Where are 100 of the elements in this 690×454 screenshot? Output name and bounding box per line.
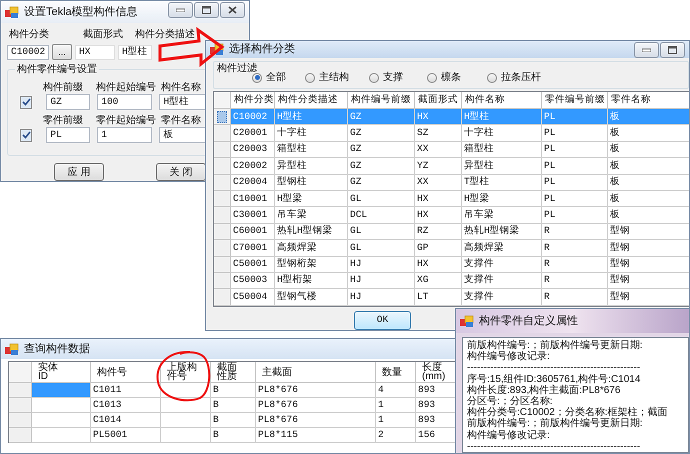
text-line: 构件长度:893,构件主截面:PL8*676 xyxy=(467,384,622,396)
column-header[interactable]: 实体ID xyxy=(38,363,58,381)
table-cell: HJ xyxy=(348,289,415,306)
column-header[interactable]: 构件名称 xyxy=(462,92,542,109)
apply-button[interactable]: 应 用 xyxy=(54,163,104,181)
table-cell: LT xyxy=(415,289,462,306)
window-title: 查询构件数据 xyxy=(24,342,90,357)
ok-button[interactable]: OK xyxy=(354,310,411,330)
selection-marker xyxy=(217,110,227,123)
table-cell: 2 xyxy=(376,428,416,443)
table-cell: 型钢 xyxy=(608,289,689,306)
row-header xyxy=(9,383,32,398)
app-icon xyxy=(210,43,224,56)
radio-button[interactable] xyxy=(487,72,497,82)
row-header xyxy=(9,398,32,413)
text-line: ---------------------------------------------------- xyxy=(467,440,642,452)
check-icon xyxy=(22,98,31,106)
minimize-button[interactable] xyxy=(634,42,659,58)
table-cell[interactable] xyxy=(32,413,91,428)
table-row[interactable]: C20001 十字柱 GZ SZ 十字柱 PL 板 xyxy=(214,125,689,142)
radio-label: 主结构 xyxy=(319,70,349,85)
table-row[interactable]: C50001 型钢桁架 HJ HX 支撑件 R 型钢 xyxy=(214,256,689,273)
app-icon xyxy=(5,6,19,18)
input-field[interactable]: C10002 xyxy=(7,44,49,60)
table-row[interactable]: C20002 异型柱 GZ YZ 异型柱 PL 板 xyxy=(214,158,689,175)
table-row[interactable]: C30001 吊车梁 DCL HX 吊车梁 PL 板 xyxy=(214,207,689,224)
row-header xyxy=(9,428,32,443)
input-field[interactable]: 100 xyxy=(97,94,152,110)
input-field[interactable]: PL xyxy=(46,127,90,143)
field-label: 零件起始编号 xyxy=(95,114,157,128)
radio-label: 拉条压杆 xyxy=(501,70,541,85)
checkbox[interactable] xyxy=(20,96,32,108)
column-header[interactable]: 构件号 xyxy=(97,368,127,376)
table-row[interactable]: C70001 高频焊梁 GL GP 高频焊梁 R 型钢 xyxy=(214,240,689,257)
field-label: 零件名称 xyxy=(160,114,202,128)
minimize-icon xyxy=(642,48,651,52)
table-cell: R xyxy=(542,289,608,306)
maximize-button[interactable] xyxy=(660,42,685,58)
field-label: 构件分类描述 xyxy=(134,28,196,42)
radio-button[interactable] xyxy=(252,72,262,82)
checkbox[interactable] xyxy=(20,128,32,142)
text-line: 分区号:；分区名称: xyxy=(467,396,554,408)
input-field[interactable]: GZ xyxy=(46,94,90,110)
column-header[interactable]: 上版构件号 xyxy=(167,363,198,381)
text-line: 构件分类号:C10002；分类名称:框架柱；截面 xyxy=(467,407,669,418)
radio-label: 檩条 xyxy=(441,70,461,85)
column-header[interactable]: 构件编号前缀 xyxy=(348,92,415,109)
close-icon xyxy=(228,6,237,14)
input-field[interactable]: H型柱 xyxy=(118,44,152,60)
table-row[interactable]: C10001 H型梁 GL HX H型梁 PL 板 xyxy=(214,190,689,208)
column-header[interactable]: 数量 xyxy=(382,368,402,376)
app-icon xyxy=(460,314,474,328)
input-field[interactable]: 1 xyxy=(97,127,152,143)
input-field[interactable]: HX xyxy=(75,44,115,60)
group-title: 构件过滤 xyxy=(217,62,257,76)
text-line: 序号:15,组件ID:3605761,构件号:C1014 xyxy=(467,374,642,385)
app-icon xyxy=(5,342,19,356)
radio-label: 支撑 xyxy=(383,70,403,85)
column-header[interactable]: 长度(mm) xyxy=(422,363,448,381)
table-cell[interactable] xyxy=(32,398,91,413)
maximize-button[interactable] xyxy=(194,2,219,18)
column-header[interactable]: 主截面 xyxy=(262,368,292,376)
minimize-button[interactable] xyxy=(168,2,193,18)
text-line: 构件编号修改记录: xyxy=(467,430,551,441)
table-cell: 型钢气楼 xyxy=(275,289,348,306)
field-label: 零件前缀 xyxy=(42,114,84,128)
radio-button[interactable] xyxy=(369,72,379,82)
table-cell: C50004 xyxy=(231,289,275,306)
text-line: ---------------------------------------------------- xyxy=(467,362,642,374)
column-header[interactable]: 零件名称 xyxy=(608,92,689,109)
browse-button[interactable]: ... xyxy=(52,44,72,60)
column-header[interactable]: 零件编号前缀 xyxy=(542,92,608,109)
radio-button[interactable] xyxy=(427,72,437,82)
table-row[interactable]: C50003 H型桁架 HJ XG 支撑件 R 型钢 xyxy=(214,272,689,290)
window-title: 选择构件分类 xyxy=(229,42,295,58)
column-header[interactable]: 构件分类 xyxy=(231,92,275,109)
table-cell xyxy=(161,428,211,443)
column-header[interactable]: 构件分类描述 xyxy=(275,92,348,109)
table-cell[interactable] xyxy=(32,383,91,398)
window-title: 设置Tekla模型构件信息 xyxy=(24,4,138,20)
field-label: 构件起始编号 xyxy=(95,80,157,94)
field-label: 构件名称 xyxy=(160,80,202,94)
column-header[interactable]: 截面性质 xyxy=(217,363,238,381)
field-label: 截面形式 xyxy=(82,28,124,42)
close-button[interactable] xyxy=(220,2,245,18)
table-row[interactable]: C20003 箱型柱 GZ XX 箱型柱 PL 板 xyxy=(214,142,689,158)
table-cell: PL5001 xyxy=(91,428,161,443)
window-title: 构件零件自定义属性 xyxy=(479,314,578,329)
close-button[interactable]: 关 闭 xyxy=(156,163,206,181)
table-row[interactable]: C60001 热轧H型钢梁 GL RZ 热轧H型钢梁 R 型钢 xyxy=(214,224,689,240)
table-cell[interactable] xyxy=(32,428,91,443)
field-label: 构件分类 xyxy=(8,28,50,42)
radio-button[interactable] xyxy=(305,72,315,82)
column-header[interactable]: 截面形式 xyxy=(415,92,462,109)
table-row[interactable]: C20004 型钢柱 GZ XX T型柱 PL 板 xyxy=(214,174,689,191)
table-cell: PL8*115 xyxy=(256,428,376,443)
row-header xyxy=(9,413,32,428)
table-row[interactable]: C50004 型钢气楼 HJ LT 支撑件 R 型钢 xyxy=(214,289,689,306)
circle-outline xyxy=(156,351,210,402)
radio-label: 全部 xyxy=(266,70,286,85)
